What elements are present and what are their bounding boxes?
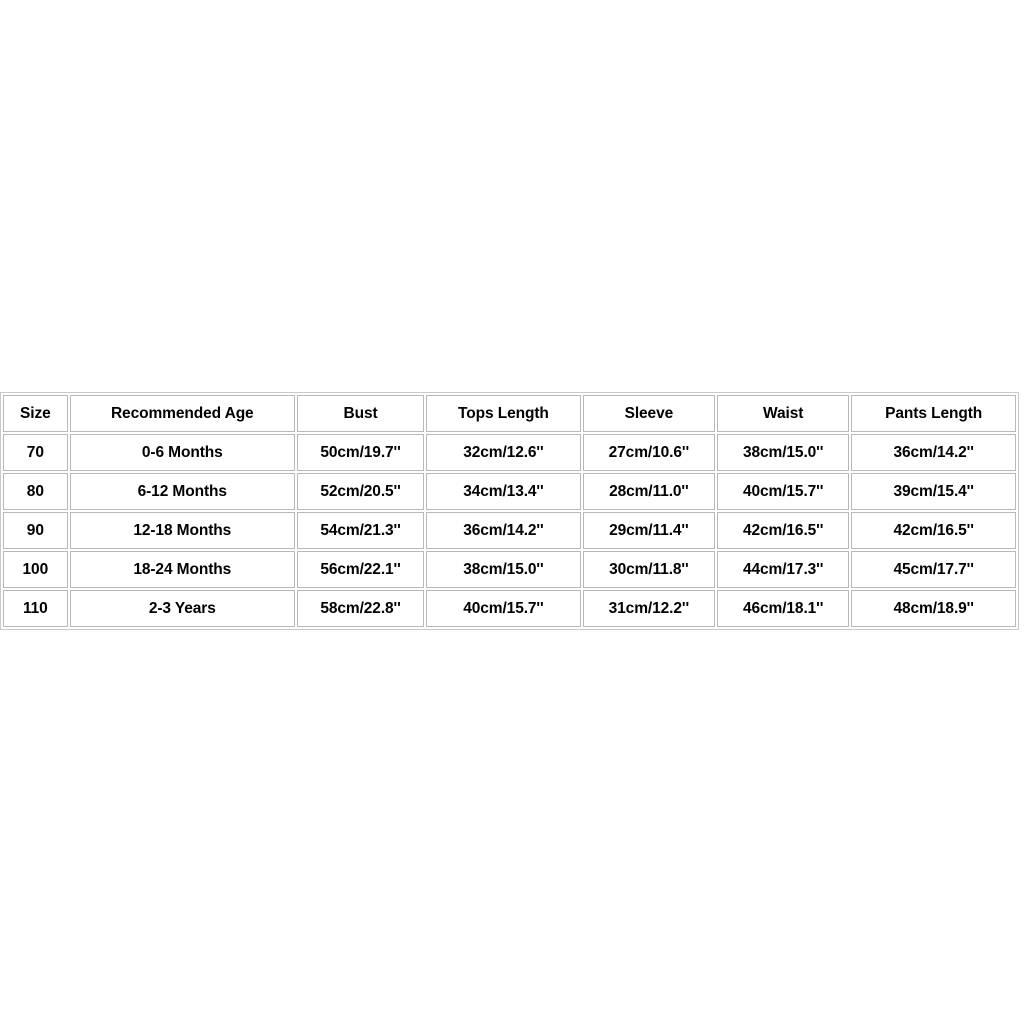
cell-sleeve: 29cm/11.4'' (582, 512, 715, 549)
cell-waist: 46cm/18.1'' (717, 590, 850, 627)
cell-pants-length: 42cm/16.5'' (851, 512, 1016, 549)
cell-pants-length: 48cm/18.9'' (851, 590, 1016, 627)
cell-tops-length: 40cm/15.7'' (426, 590, 581, 627)
cell-tops-length: 38cm/15.0'' (426, 551, 581, 588)
cell-pants-length: 36cm/14.2'' (851, 434, 1016, 471)
table-row: 80 6-12 Months 52cm/20.5'' 34cm/13.4'' 2… (3, 473, 1016, 510)
page-root: Size Recommended Age Bust Tops Length Sl… (0, 0, 1024, 1024)
cell-tops-length: 32cm/12.6'' (426, 434, 581, 471)
size-chart-body: 70 0-6 Months 50cm/19.7'' 32cm/12.6'' 27… (3, 434, 1016, 627)
cell-tops-length: 34cm/13.4'' (426, 473, 581, 510)
table-row: 100 18-24 Months 56cm/22.1'' 38cm/15.0''… (3, 551, 1016, 588)
cell-age: 2-3 Years (69, 590, 295, 627)
cell-waist: 42cm/16.5'' (717, 512, 850, 549)
cell-waist: 44cm/17.3'' (717, 551, 850, 588)
cell-bust: 52cm/20.5'' (296, 473, 425, 510)
cell-bust: 58cm/22.8'' (296, 590, 425, 627)
table-header-row: Size Recommended Age Bust Tops Length Sl… (3, 395, 1016, 432)
column-header-age: Recommended Age (69, 395, 295, 432)
column-header-tops-length: Tops Length (426, 395, 581, 432)
cell-size: 70 (3, 434, 68, 471)
cell-waist: 38cm/15.0'' (717, 434, 850, 471)
cell-age: 0-6 Months (69, 434, 295, 471)
cell-size: 90 (3, 512, 68, 549)
cell-age: 18-24 Months (69, 551, 295, 588)
cell-pants-length: 39cm/15.4'' (851, 473, 1016, 510)
column-header-bust: Bust (296, 395, 425, 432)
size-chart-table: Size Recommended Age Bust Tops Length Sl… (0, 392, 1019, 630)
cell-bust: 56cm/22.1'' (296, 551, 425, 588)
cell-sleeve: 30cm/11.8'' (582, 551, 715, 588)
column-header-size: Size (3, 395, 68, 432)
table-row: 90 12-18 Months 54cm/21.3'' 36cm/14.2'' … (3, 512, 1016, 549)
table-row: 110 2-3 Years 58cm/22.8'' 40cm/15.7'' 31… (3, 590, 1016, 627)
table-row: 70 0-6 Months 50cm/19.7'' 32cm/12.6'' 27… (3, 434, 1016, 471)
cell-sleeve: 27cm/10.6'' (582, 434, 715, 471)
cell-sleeve: 28cm/11.0'' (582, 473, 715, 510)
cell-bust: 50cm/19.7'' (296, 434, 425, 471)
cell-size: 110 (3, 590, 68, 627)
size-chart-header: Size Recommended Age Bust Tops Length Sl… (3, 395, 1016, 432)
cell-tops-length: 36cm/14.2'' (426, 512, 581, 549)
column-header-sleeve: Sleeve (582, 395, 715, 432)
cell-sleeve: 31cm/12.2'' (582, 590, 715, 627)
cell-waist: 40cm/15.7'' (717, 473, 850, 510)
cell-age: 6-12 Months (69, 473, 295, 510)
cell-bust: 54cm/21.3'' (296, 512, 425, 549)
column-header-waist: Waist (717, 395, 850, 432)
column-header-pants-length: Pants Length (851, 395, 1016, 432)
size-chart-container: Size Recommended Age Bust Tops Length Sl… (0, 392, 1021, 630)
cell-pants-length: 45cm/17.7'' (851, 551, 1016, 588)
cell-age: 12-18 Months (69, 512, 295, 549)
cell-size: 80 (3, 473, 68, 510)
cell-size: 100 (3, 551, 68, 588)
